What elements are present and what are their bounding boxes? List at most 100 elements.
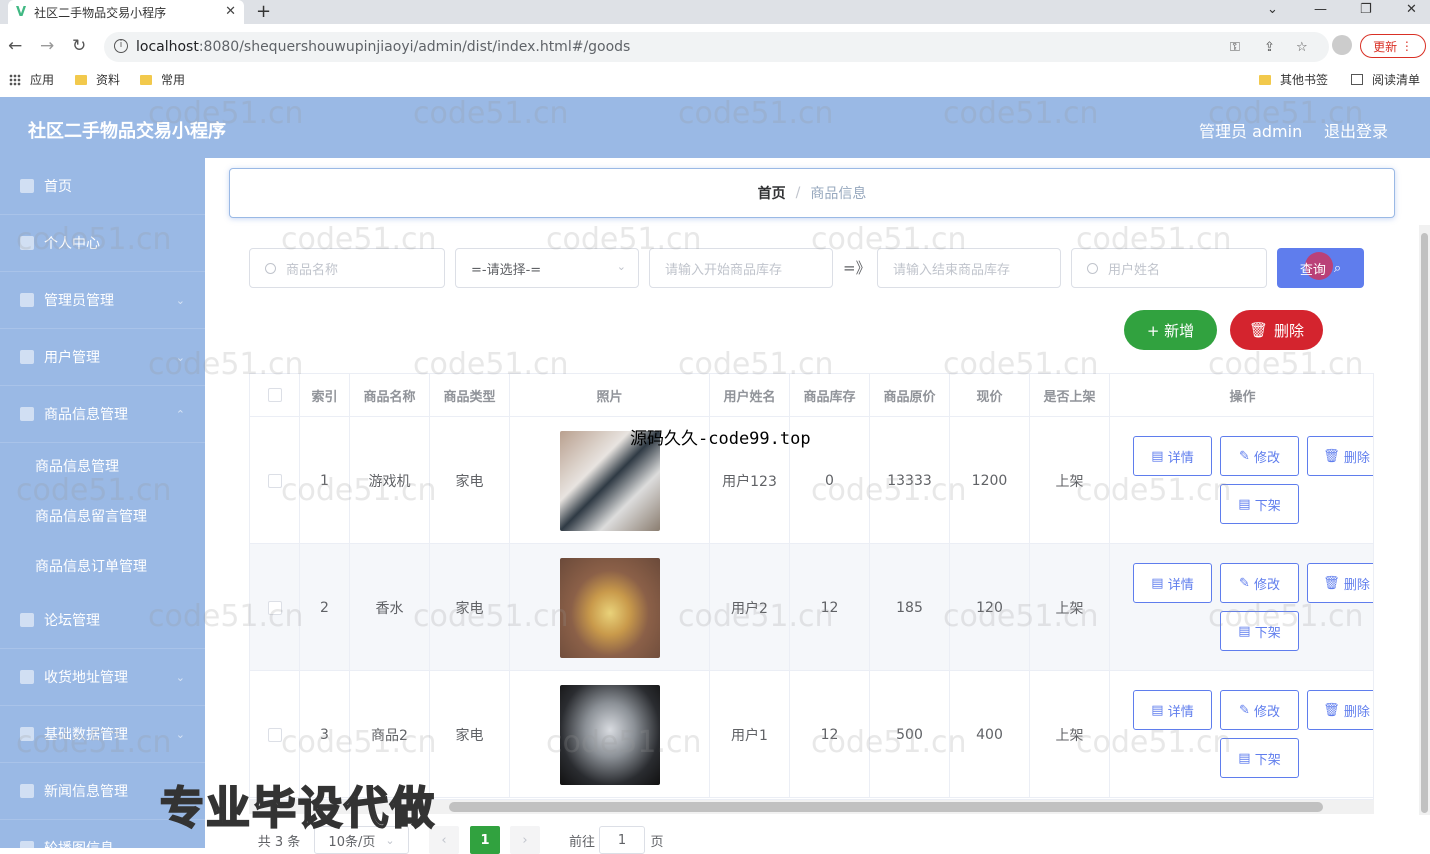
edit-button[interactable]: ✎ 修改 — [1220, 563, 1299, 603]
column-header: 用户姓名 — [710, 374, 790, 417]
original-price-cell: 13333 — [870, 417, 950, 544]
key-icon[interactable]: ⚿ — [1230, 40, 1240, 55]
sidebar-item-label: 新闻信息管理 — [44, 784, 128, 800]
user-name-input[interactable]: 用户姓名 — [1071, 248, 1267, 288]
page-number-current[interactable]: 1 — [470, 826, 500, 854]
column-header: 商品原价 — [870, 374, 950, 417]
sidebar-item-profile[interactable]: 个人中心 — [0, 215, 205, 272]
offshelf-label: 下架 — [1254, 498, 1281, 514]
detail-button[interactable]: ▤ 详情 — [1133, 563, 1212, 603]
goods-name-input[interactable]: 商品名称 — [249, 248, 445, 288]
address-row: ← → ↻ i localhost:8080/shequershouwupinj… — [0, 30, 1430, 64]
restore-icon[interactable]: ❐ — [1360, 2, 1372, 17]
back-icon[interactable]: ← — [8, 36, 22, 56]
bookmarks-bar: 应用 资料 常用 其他书签 阅读清单 — [0, 68, 1430, 90]
bookmark-star-icon[interactable]: ☆ — [1296, 40, 1308, 55]
column-header: 索引 — [300, 374, 350, 417]
flag-icon — [20, 727, 34, 741]
profile-avatar-icon[interactable] — [1332, 35, 1352, 55]
detail-label: 详情 — [1167, 577, 1194, 593]
column-header: 操作 — [1110, 374, 1373, 417]
user-name-cell: 用户2 — [710, 544, 790, 671]
sidebar-item-home[interactable]: 首页 — [0, 158, 205, 215]
goods-name-cell: 游戏机 — [350, 417, 430, 544]
select-all-header[interactable] — [250, 374, 300, 417]
edit-button[interactable]: ✎ 修改 — [1220, 436, 1299, 476]
reading-list[interactable]: 阅读清单 — [1351, 71, 1420, 88]
goto-page-input[interactable]: 1 — [599, 826, 645, 854]
offshelf-button[interactable]: ▤ 下架 — [1220, 738, 1299, 778]
sidebar-item-basedata[interactable]: 基础数据管理 ⌄ — [0, 706, 205, 763]
close-tab-icon[interactable]: ✕ — [225, 4, 236, 19]
site-info-icon[interactable]: i — [114, 39, 128, 53]
share-icon[interactable]: ⇪ — [1264, 40, 1275, 55]
index-cell: 2 — [300, 544, 350, 671]
row-checkbox[interactable] — [267, 600, 282, 615]
batch-delete-button[interactable]: 🗑 删除 — [1230, 310, 1323, 350]
next-page-button[interactable]: › — [510, 826, 540, 854]
user-name-placeholder: 用户姓名 — [1108, 262, 1161, 278]
offshelf-button[interactable]: ▤ 下架 — [1220, 484, 1299, 524]
update-label: 更新 — [1373, 39, 1398, 54]
breadcrumb-home[interactable]: 首页 — [758, 183, 786, 203]
operations-cell: ▤ 详情 ✎ 修改 🗑 删除 ▤ 下架 — [1110, 544, 1373, 671]
detail-label: 详情 — [1167, 704, 1194, 720]
pencil-icon: ✎ — [1238, 702, 1254, 718]
update-button[interactable]: 更新 ⋮ — [1360, 34, 1426, 58]
browser-tab[interactable]: V 社区二手物品交易小程序 ✕ — [8, 0, 244, 24]
status-cell: 上架 — [1030, 544, 1110, 671]
end-stock-input[interactable]: 请输入结束商品库存 — [877, 248, 1061, 288]
add-button[interactable]: + 新增 — [1124, 310, 1217, 350]
original-price-cell: 500 — [870, 671, 950, 798]
tab-search-icon[interactable]: ⌄ — [1267, 2, 1278, 17]
sidebar-item-forum[interactable]: 论坛管理 — [0, 592, 205, 649]
list-icon — [20, 293, 34, 307]
row-checkbox[interactable] — [267, 727, 282, 742]
detail-label: 详情 — [1167, 450, 1194, 466]
reload-icon[interactable]: ↻ — [72, 36, 86, 56]
sidebar-item-admins[interactable]: 管理员管理 ⌄ — [0, 272, 205, 329]
sidebar-item-label: 个人中心 — [44, 236, 100, 252]
minimize-icon[interactable]: — — [1314, 2, 1327, 17]
sidebar-item-goods[interactable]: 商品信息管理 ⌃ — [0, 386, 205, 443]
goods-photo[interactable] — [559, 557, 660, 658]
address-bar[interactable]: i localhost:8080/shequershouwupinjiaoyi/… — [104, 32, 1329, 62]
detail-button[interactable]: ▤ 详情 — [1133, 690, 1212, 730]
goods-type-select[interactable]: =-请选择-= ⌄ — [455, 248, 639, 288]
offshelf-button[interactable]: ▤ 下架 — [1220, 611, 1299, 651]
app-header: 社区二手物品交易小程序 管理员 admin 退出登录 — [0, 97, 1430, 158]
promo-watermark: 专业毕设代做 — [159, 782, 436, 835]
reading-list-icon — [1351, 74, 1363, 85]
edit-button[interactable]: ✎ 修改 — [1220, 690, 1299, 730]
bookmark-other[interactable]: 其他书签 — [1259, 71, 1328, 88]
row-checkbox[interactable] — [267, 473, 282, 488]
forward-icon[interactable]: → — [40, 36, 54, 56]
bookmark-apps[interactable]: 应用 — [9, 71, 54, 88]
goods-photo[interactable] — [559, 684, 660, 785]
scrollbar-thumb[interactable] — [1421, 233, 1428, 813]
url-host: localhost — [136, 39, 199, 55]
sidebar-subitem-goods-comments[interactable]: 商品信息留言管理 — [0, 491, 205, 541]
delete-button[interactable]: 🗑 删除 — [1307, 563, 1373, 603]
sidebar-item-label: 收货地址管理 — [44, 670, 128, 686]
sidebar-subitem-goods[interactable]: 商品信息管理 — [0, 441, 205, 491]
bookmark-folder-2[interactable]: 常用 — [140, 71, 185, 88]
close-window-icon[interactable]: ✕ — [1406, 2, 1417, 17]
start-stock-input[interactable]: 请输入开始商品库存 — [649, 248, 833, 288]
sidebar-item-users[interactable]: 用户管理 ⌄ — [0, 329, 205, 386]
user-name-cell: 用户1 — [710, 671, 790, 798]
delete-button[interactable]: 🗑 删除 — [1307, 436, 1373, 476]
delete-label: 删除 — [1343, 704, 1370, 720]
new-tab-icon[interactable]: + — [256, 1, 271, 22]
detail-button[interactable]: ▤ 详情 — [1133, 436, 1212, 476]
logout-link[interactable]: 退出登录 — [1324, 118, 1388, 142]
sidebar-item-addresses[interactable]: 收货地址管理 ⌄ — [0, 649, 205, 706]
sidebar-subitem-label: 商品信息订单管理 — [35, 559, 147, 575]
bookmark-folder-1[interactable]: 资料 — [75, 71, 120, 88]
query-button[interactable]: 查询 ⌕ — [1277, 248, 1364, 288]
delete-button[interactable]: 🗑 删除 — [1307, 690, 1373, 730]
page-vertical-scrollbar[interactable] — [1419, 225, 1430, 815]
select-all-checkbox[interactable] — [267, 388, 282, 402]
sidebar-subitem-goods-orders[interactable]: 商品信息订单管理 — [0, 541, 205, 591]
scrollbar-thumb[interactable] — [449, 802, 1323, 812]
